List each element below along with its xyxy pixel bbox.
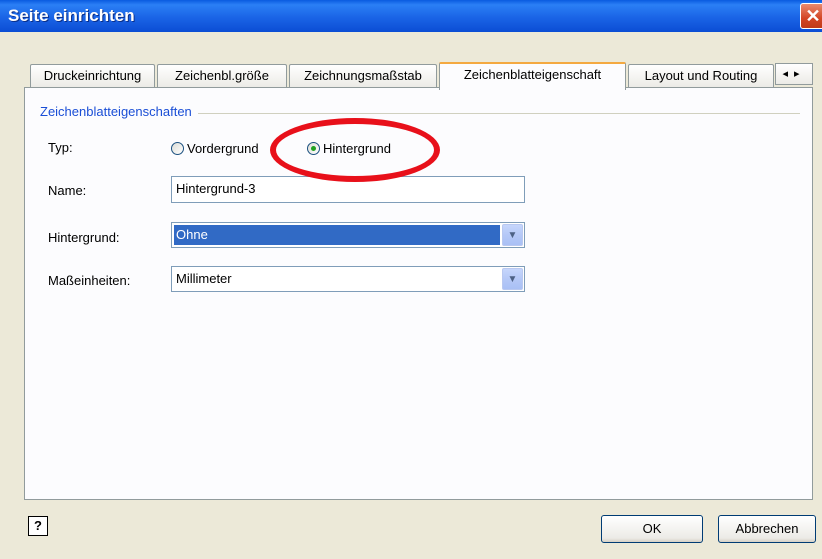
chevron-left-icon[interactable]: ◂ [782,68,794,80]
radio-hintergrund-label: Hintergrund [323,140,391,156]
tab-layout-und-routing[interactable]: Layout und Routing [628,64,774,87]
hintergrund-label: Hintergrund: [48,230,120,245]
chevron-right-icon[interactable]: ▸ [794,68,806,80]
radio-vordergrund-label: Vordergrund [187,140,259,156]
hintergrund-select[interactable]: Ohne ▼ [171,222,525,248]
name-label: Name: [48,183,87,198]
window-title: Seite einrichten [8,6,135,25]
radio-checked-icon[interactable] [307,141,320,155]
radio-hintergrund[interactable]: Hintergrund [307,139,391,157]
name-field[interactable]: Hintergrund-3 [171,176,525,203]
hintergrund-value: Ohne [174,225,500,245]
masseinheiten-select[interactable]: Millimeter ▼ [171,266,525,292]
radio-unchecked-icon[interactable] [171,141,184,155]
group-title: Zeichenblatteigenschaften [40,104,198,119]
tab-zeichenblattgroesse[interactable]: Zeichenbl.größe [157,64,287,87]
title-bar: Seite einrichten ✕ [0,0,822,32]
tab-scroll-arrows[interactable]: ◂▸ [775,63,813,85]
close-button[interactable]: ✕ [800,3,822,29]
help-button[interactable]: ? [28,516,48,536]
chevron-down-icon[interactable]: ▼ [502,268,523,290]
masseinheiten-label: Maßeinheiten: [48,273,131,288]
tab-zeichnungsmassstab[interactable]: Zeichnungsmaßstab [289,64,437,87]
chevron-down-icon[interactable]: ▼ [502,224,523,246]
tab-zeichenblatteigenschaft[interactable]: Zeichenblatteigenschaft [439,62,626,90]
ok-button[interactable]: OK [601,515,703,543]
tab-druckeinrichtung[interactable]: Druckeinrichtung [30,64,155,87]
typ-label: Typ: [48,140,73,155]
masseinheiten-value: Millimeter [176,271,232,286]
cancel-button[interactable]: Abbrechen [718,515,816,543]
radio-vordergrund[interactable]: Vordergrund [171,139,259,157]
tab-panel [24,87,813,500]
